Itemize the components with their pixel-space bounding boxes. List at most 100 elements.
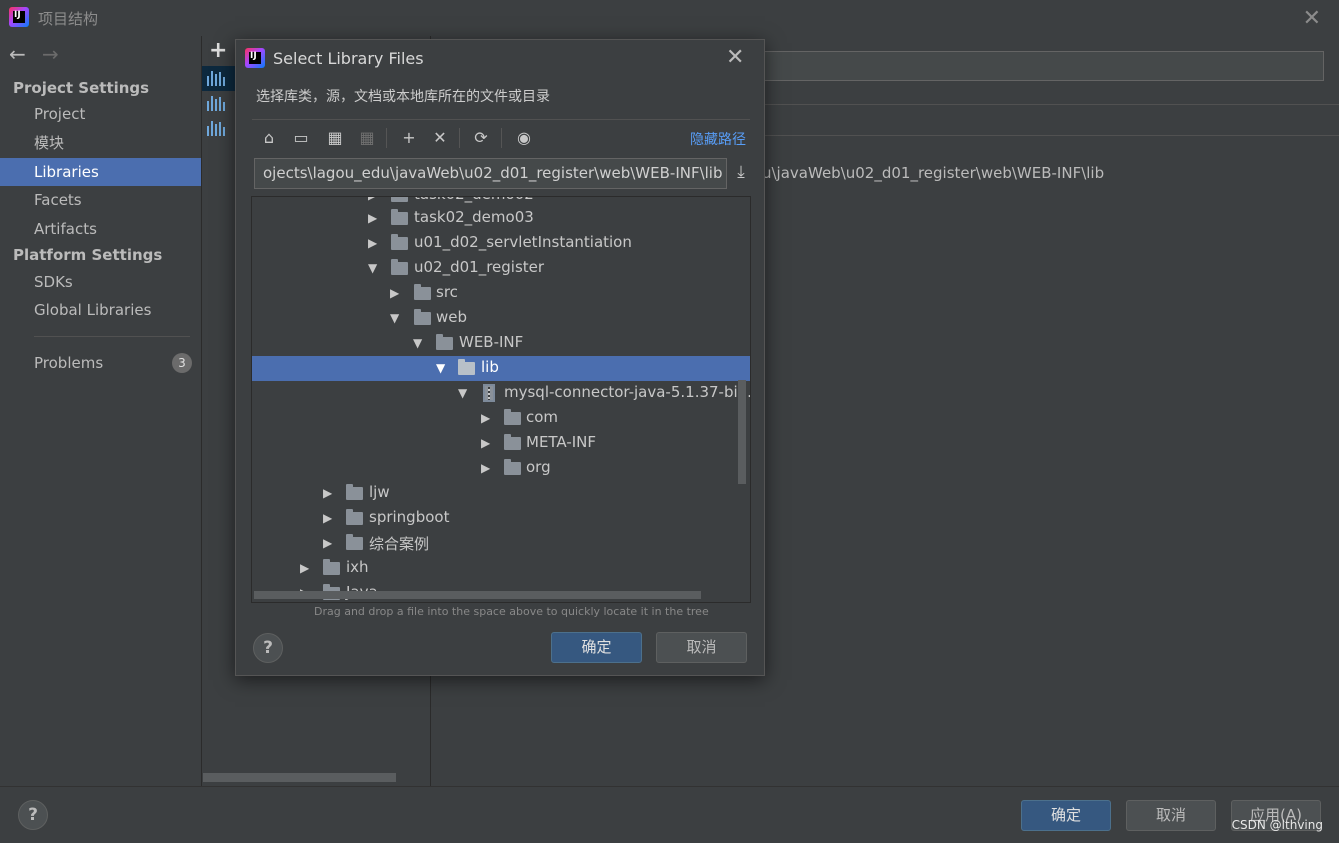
drag-drop-hint: Drag and drop a file into the space abov… <box>314 605 709 618</box>
expand-arrow-icon[interactable]: ▶ <box>368 236 377 250</box>
tree-node-label: ixh <box>346 558 369 576</box>
project-settings-header: Project Settings <box>13 79 150 97</box>
dialog-cancel-button[interactable]: 取消 <box>656 632 747 663</box>
tree-node[interactable]: ▶ META-INF <box>252 431 750 456</box>
dialog-ok-button[interactable]: 确定 <box>551 632 642 663</box>
window-titlebar: IJ 项目结构 ✕ <box>0 0 1339 36</box>
library-list-item[interactable] <box>202 91 236 116</box>
tree-node-label: u02_d01_register <box>414 258 545 276</box>
libraries-horizontal-scrollbar[interactable] <box>203 773 396 782</box>
toolbar-separator <box>386 128 387 148</box>
folder-icon <box>391 209 408 225</box>
tree-node[interactable]: ▶ u01_d02_servletInstantiation <box>252 231 750 256</box>
window-title: 项目结构 <box>38 10 99 28</box>
tree-node[interactable]: ▶ task02_demo03 <box>252 206 750 231</box>
tree-node-selected[interactable]: ▼ lib <box>252 356 750 381</box>
tree-node[interactable]: ▼ web <box>252 306 750 331</box>
collapse-arrow-icon[interactable]: ▼ <box>368 261 377 275</box>
tree-node-label: lib <box>481 358 499 376</box>
library-icon <box>207 96 227 111</box>
cancel-button[interactable]: 取消 <box>1126 800 1216 831</box>
expand-arrow-icon[interactable]: ▶ <box>323 486 332 500</box>
toolbar-separator <box>459 128 460 148</box>
folder-icon <box>436 334 453 350</box>
library-name-field[interactable] <box>760 51 1324 81</box>
collapse-arrow-icon[interactable]: ▼ <box>458 386 467 400</box>
desktop-icon[interactable]: ▭ <box>289 127 313 149</box>
expand-arrow-icon[interactable]: ▶ <box>323 536 332 550</box>
tree-horizontal-scrollbar[interactable] <box>254 591 701 599</box>
dialog-help-button[interactable]: ? <box>253 633 283 663</box>
expand-arrow-icon[interactable]: ▶ <box>368 197 377 202</box>
library-list-item[interactable] <box>202 116 236 141</box>
module-folder-icon[interactable]: ▦ <box>355 127 379 149</box>
tree-node[interactable]: ▶ com <box>252 406 750 431</box>
tree-node-label: org <box>526 458 551 476</box>
file-tree[interactable]: ▶ task02_demo02 ▶ task02_demo03 ▶ u01_d0… <box>251 196 751 603</box>
folder-icon <box>414 309 431 325</box>
download-icon[interactable]: ⤓ <box>730 162 752 184</box>
problems-count-badge: 3 <box>172 353 192 373</box>
path-input[interactable]: ojects\lagou_edu\javaWeb\u02_d01_registe… <box>254 158 727 189</box>
sidebar-item-modules[interactable]: 模块 <box>0 129 201 157</box>
library-list-item[interactable] <box>202 66 236 91</box>
add-library-button[interactable]: + <box>209 38 227 63</box>
collapse-arrow-icon[interactable]: ▼ <box>390 311 399 325</box>
forward-arrow-icon[interactable]: → <box>42 42 59 66</box>
tree-node[interactable]: ▼ mysql-connector-java-5.1.37-bin.j <box>252 381 750 406</box>
new-folder-icon[interactable]: + <box>397 127 421 149</box>
expand-arrow-icon[interactable]: ▶ <box>481 411 490 425</box>
expand-arrow-icon[interactable]: ▶ <box>300 561 309 575</box>
help-button[interactable]: ? <box>18 800 48 830</box>
tree-vertical-scrollbar[interactable] <box>738 380 746 484</box>
library-classes-path: u\javaWeb\u02_d01_register\web\WEB-INF\l… <box>762 164 1105 182</box>
home-icon[interactable]: ⌂ <box>257 127 281 149</box>
tree-node-label: u01_d02_servletInstantiation <box>414 233 632 251</box>
show-hidden-files-icon[interactable]: ◉ <box>512 127 536 149</box>
dialog-divider <box>252 119 750 120</box>
tree-node[interactable]: ▶ ixh <box>252 556 750 581</box>
tree-node[interactable]: ▼ u02_d01_register <box>252 256 750 281</box>
dialog-close-icon[interactable]: ✕ <box>726 45 744 70</box>
tree-node-label: web <box>436 308 468 326</box>
expand-arrow-icon[interactable]: ▶ <box>481 436 490 450</box>
expand-arrow-icon[interactable]: ▶ <box>390 286 399 300</box>
tree-node[interactable]: ▶ org <box>252 456 750 481</box>
collapse-arrow-icon[interactable]: ▼ <box>436 361 445 375</box>
hide-path-link[interactable]: 隐藏路径 <box>690 129 746 149</box>
sidebar-item-project[interactable]: Project <box>0 100 201 128</box>
project-folder-icon[interactable]: ▦ <box>323 127 347 149</box>
tree-node[interactable]: ▶ ljw <box>252 481 750 506</box>
expand-arrow-icon[interactable]: ▶ <box>323 511 332 525</box>
package-folder-icon <box>504 459 521 475</box>
tree-node-label: mysql-connector-java-5.1.37-bin.j <box>504 383 751 401</box>
sidebar-item-global-libraries[interactable]: Global Libraries <box>0 296 201 324</box>
tree-node[interactable]: ▼ WEB-INF <box>252 331 750 356</box>
folder-icon <box>346 484 363 500</box>
ok-button[interactable]: 确定 <box>1021 800 1111 831</box>
collapse-arrow-icon[interactable]: ▼ <box>413 336 422 350</box>
sidebar-item-facets[interactable]: Facets <box>0 186 201 214</box>
sidebar-item-problems[interactable]: Problems <box>0 349 201 377</box>
tree-node[interactable]: ▶ 综合案例 <box>252 531 750 556</box>
tree-node-label: task02_demo03 <box>414 208 534 226</box>
refresh-icon[interactable]: ⟳ <box>469 127 493 149</box>
tree-node-label: springboot <box>369 508 450 526</box>
tree-node[interactable]: ▶ src <box>252 281 750 306</box>
back-arrow-icon[interactable]: ← <box>9 42 26 66</box>
sidebar-divider <box>34 336 190 337</box>
expand-arrow-icon[interactable]: ▶ <box>481 461 490 475</box>
delete-icon[interactable]: ✕ <box>428 127 452 149</box>
sidebar-item-sdks[interactable]: SDKs <box>0 268 201 296</box>
intellij-logo-icon: IJ <box>9 7 29 27</box>
expand-arrow-icon[interactable]: ▶ <box>368 211 377 225</box>
sidebar-item-libraries[interactable]: Libraries <box>0 158 201 186</box>
tree-node-label: com <box>526 408 559 426</box>
dialog-title: Select Library Files <box>273 49 424 68</box>
window-close-icon[interactable]: ✕ <box>1303 6 1321 31</box>
sidebar-item-artifacts[interactable]: Artifacts <box>0 215 201 243</box>
folder-icon <box>391 259 408 275</box>
tree-node-label: ljw <box>369 483 390 501</box>
tree-node[interactable]: ▶ springboot <box>252 506 750 531</box>
tree-node-label: META-INF <box>526 433 597 451</box>
